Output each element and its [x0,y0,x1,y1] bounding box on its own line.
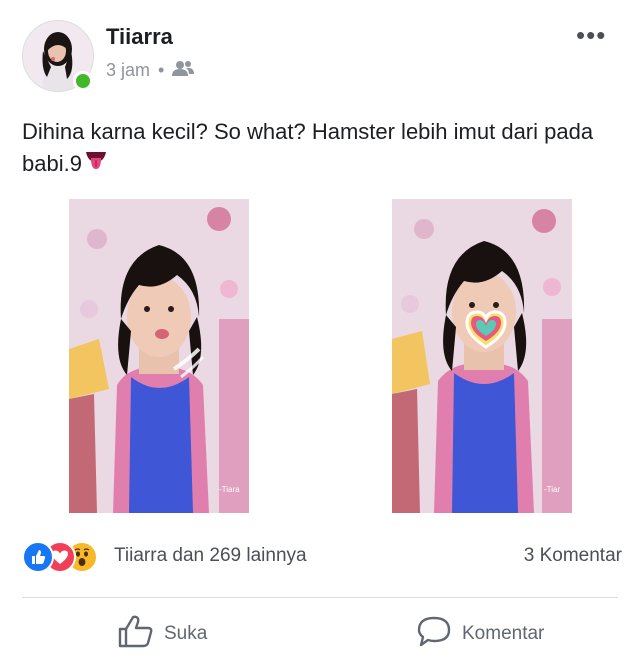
thumbs-up-icon [118,614,154,654]
reaction-names[interactable]: Tiiarra dan 269 lainnya [114,545,307,567]
like-button[interactable]: Suka [118,614,207,654]
comment-count[interactable]: 3 Komentar [524,545,622,567]
post-text-line-1: Dihina karna kecil? So what? Hamster leb… [22,119,594,144]
comment-label: Komentar [462,623,545,644]
author-name[interactable]: Tiiarra [106,24,173,50]
post-text-line-2-label: babi.9 [22,151,82,176]
like-label: Suka [164,623,208,644]
meta-separator: • [158,60,165,80]
photo-2-watermark: -Tiar [544,485,560,494]
post-card: Tiiarra 3 jam • ••• Dihina karna kecil? … [0,0,640,668]
post-photo-1[interactable]: -Tiara [69,199,249,513]
comment-icon [416,614,452,654]
post-meta: 3 jam • [106,60,195,81]
reactions-summary[interactable]: Tiiarra dan 269 lainnya 3 Komentar [22,541,622,573]
friends-icon [172,60,195,81]
more-icon[interactable]: ••• [576,22,606,48]
divider [22,597,618,598]
photo-1-watermark: -Tiara [219,485,240,494]
post-text-line-2: babi.9 [22,148,622,180]
online-status-dot [73,71,93,91]
tongue-emoji [84,148,108,180]
comment-button[interactable]: Komentar [416,614,544,654]
post-time[interactable]: 3 jam [106,60,150,81]
post-text: Dihina karna kecil? So what? Hamster leb… [22,116,622,180]
like-reaction-icon [22,541,54,573]
post-photo-2[interactable]: -Tiar [392,199,572,513]
